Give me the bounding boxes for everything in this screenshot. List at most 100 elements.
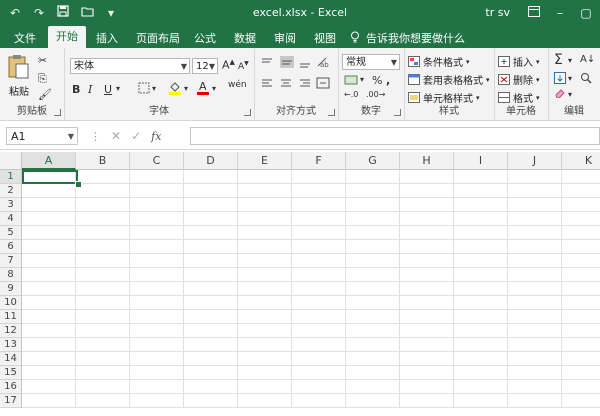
cell-f17[interactable] <box>292 394 346 408</box>
cell-j2[interactable] <box>508 184 562 198</box>
row-header-10[interactable]: 10 <box>0 296 22 310</box>
cell-k9[interactable] <box>562 282 600 296</box>
font-name-dropdown[interactable]: 宋体 ▼ <box>70 58 190 74</box>
cell-j8[interactable] <box>508 268 562 282</box>
cell-g4[interactable] <box>346 212 400 226</box>
cell-h6[interactable] <box>400 240 454 254</box>
cell-f15[interactable] <box>292 366 346 380</box>
cell-h16[interactable] <box>400 380 454 394</box>
cell-k10[interactable] <box>562 296 600 310</box>
cell-j11[interactable] <box>508 310 562 324</box>
cell-i10[interactable] <box>454 296 508 310</box>
cell-b3[interactable] <box>76 198 130 212</box>
cell-f9[interactable] <box>292 282 346 296</box>
cell-e3[interactable] <box>238 198 292 212</box>
font-color-icon[interactable]: A <box>196 80 210 98</box>
cell-c2[interactable] <box>130 184 184 198</box>
row-header-15[interactable]: 15 <box>0 366 22 380</box>
clear-icon[interactable] <box>554 88 566 101</box>
column-header-c[interactable]: C <box>130 152 184 170</box>
cell-h17[interactable] <box>400 394 454 408</box>
cell-d5[interactable] <box>184 226 238 240</box>
cell-f14[interactable] <box>292 352 346 366</box>
cell-c13[interactable] <box>130 338 184 352</box>
insert-cells-button[interactable]: 插入 ▾ <box>498 54 540 69</box>
cell-d16[interactable] <box>184 380 238 394</box>
fill-color-icon[interactable] <box>168 81 182 98</box>
enter-icon[interactable]: ✓ <box>131 129 141 143</box>
cell-k7[interactable] <box>562 254 600 268</box>
format-as-table-button[interactable]: 套用表格格式 ▾ <box>408 72 490 87</box>
cell-f11[interactable] <box>292 310 346 324</box>
tab-insert[interactable]: 插入 <box>96 30 118 46</box>
column-header-a[interactable]: A <box>22 152 76 170</box>
cell-d8[interactable] <box>184 268 238 282</box>
tab-review[interactable]: 审阅 <box>274 30 296 46</box>
bold-button[interactable]: B <box>72 83 80 96</box>
cell-i2[interactable] <box>454 184 508 198</box>
alignment-launcher-icon[interactable] <box>328 109 335 116</box>
italic-button[interactable]: I <box>88 83 92 96</box>
underline-options-icon[interactable]: ▾ <box>116 84 120 93</box>
cell-c5[interactable] <box>130 226 184 240</box>
cell-f12[interactable] <box>292 324 346 338</box>
cell-d13[interactable] <box>184 338 238 352</box>
cell-e15[interactable] <box>238 366 292 380</box>
cell-d10[interactable] <box>184 296 238 310</box>
cell-h3[interactable] <box>400 198 454 212</box>
cut-icon[interactable]: ✂ <box>38 54 47 67</box>
borders-options-icon[interactable]: ▾ <box>152 84 156 93</box>
cell-c9[interactable] <box>130 282 184 296</box>
tab-file[interactable]: 文件 <box>14 30 36 46</box>
cell-i12[interactable] <box>454 324 508 338</box>
tab-view[interactable]: 视图 <box>314 30 336 46</box>
cell-i11[interactable] <box>454 310 508 324</box>
user-name[interactable]: tr sv <box>485 6 510 19</box>
cell-k2[interactable] <box>562 184 600 198</box>
cell-e16[interactable] <box>238 380 292 394</box>
cell-k13[interactable] <box>562 338 600 352</box>
cell-a4[interactable] <box>22 212 76 226</box>
cell-h15[interactable] <box>400 366 454 380</box>
cell-b16[interactable] <box>76 380 130 394</box>
cell-i4[interactable] <box>454 212 508 226</box>
row-header-6[interactable]: 6 <box>0 240 22 254</box>
cell-e1[interactable] <box>238 170 292 184</box>
cell-e12[interactable] <box>238 324 292 338</box>
cell-b5[interactable] <box>76 226 130 240</box>
cell-b2[interactable] <box>76 184 130 198</box>
cell-d4[interactable] <box>184 212 238 226</box>
column-header-g[interactable]: G <box>346 152 400 170</box>
cell-g5[interactable] <box>346 226 400 240</box>
cell-a17[interactable] <box>22 394 76 408</box>
cell-f8[interactable] <box>292 268 346 282</box>
number-format-dropdown[interactable]: 常规 ▼ <box>342 54 400 70</box>
cell-a2[interactable] <box>22 184 76 198</box>
row-header-17[interactable]: 17 <box>0 394 22 408</box>
cell-c12[interactable] <box>130 324 184 338</box>
row-header-12[interactable]: 12 <box>0 324 22 338</box>
cell-d9[interactable] <box>184 282 238 296</box>
column-header-d[interactable]: D <box>184 152 238 170</box>
column-header-k[interactable]: K <box>562 152 600 170</box>
cell-c8[interactable] <box>130 268 184 282</box>
cell-h14[interactable] <box>400 352 454 366</box>
cell-d6[interactable] <box>184 240 238 254</box>
cell-c4[interactable] <box>130 212 184 226</box>
cell-e11[interactable] <box>238 310 292 324</box>
cell-g6[interactable] <box>346 240 400 254</box>
cell-i3[interactable] <box>454 198 508 212</box>
cancel-icon[interactable]: ✕ <box>111 129 121 143</box>
insert-function-button[interactable]: fx <box>151 130 161 143</box>
cell-g16[interactable] <box>346 380 400 394</box>
cell-j13[interactable] <box>508 338 562 352</box>
row-header-2[interactable]: 2 <box>0 184 22 198</box>
cell-g15[interactable] <box>346 366 400 380</box>
increase-decimal-icon[interactable]: ←.0 <box>344 90 358 99</box>
cell-a3[interactable] <box>22 198 76 212</box>
cell-k15[interactable] <box>562 366 600 380</box>
cell-b8[interactable] <box>76 268 130 282</box>
cell-g12[interactable] <box>346 324 400 338</box>
cell-g7[interactable] <box>346 254 400 268</box>
cell-i9[interactable] <box>454 282 508 296</box>
